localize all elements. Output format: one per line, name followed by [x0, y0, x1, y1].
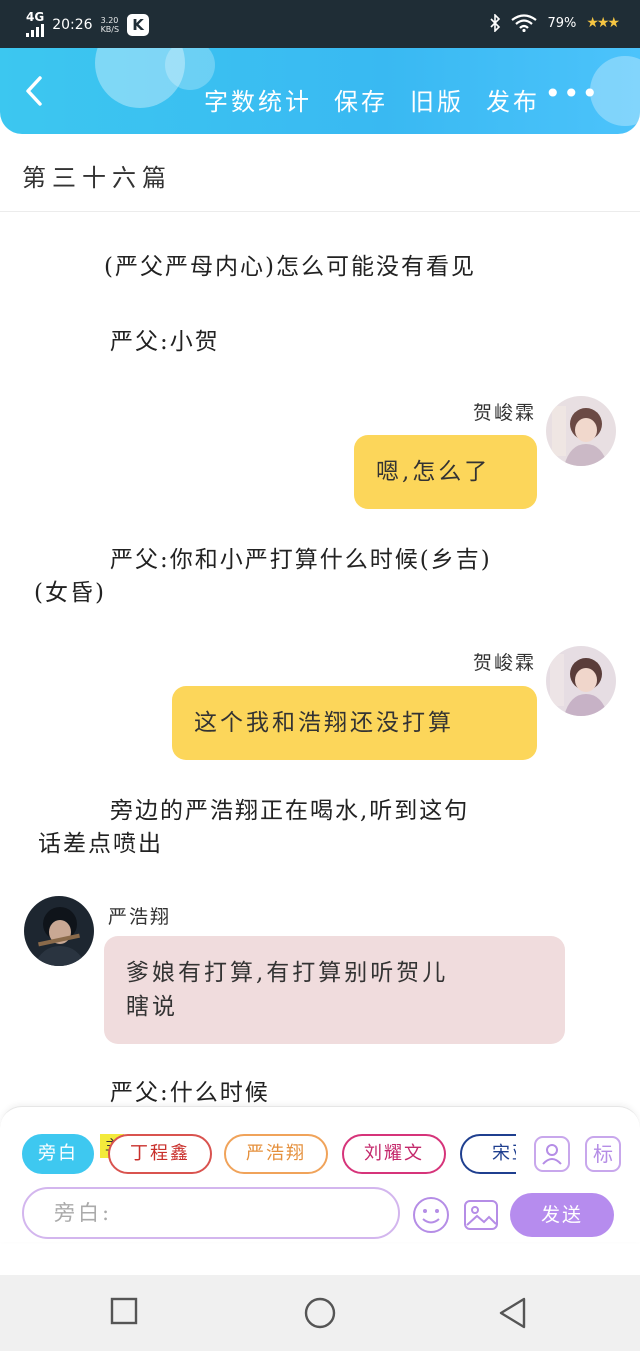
- role-chip-ding[interactable]: 丁程鑫: [108, 1134, 212, 1174]
- avatar[interactable]: [546, 396, 616, 466]
- story-paragraph[interactable]: 严父:小贺: [110, 325, 220, 359]
- role-chip-yan[interactable]: 严浩翔: [224, 1134, 328, 1174]
- back-arrow-icon[interactable]: [22, 76, 48, 106]
- story-paragraph[interactable]: 旁边的严浩翔正在喝水,听到这句: [110, 794, 469, 828]
- story-paragraph[interactable]: 严父:什么时候: [110, 1076, 270, 1110]
- avatar[interactable]: [24, 896, 94, 966]
- send-button[interactable]: 发送: [510, 1193, 614, 1237]
- status-bar: 4G 20:26 3.20 KB/S K 79% ★★★: [0, 0, 640, 48]
- image-icon[interactable]: [462, 1196, 500, 1234]
- more-menu-icon[interactable]: •••: [544, 80, 600, 108]
- chat-bubble[interactable]: 嗯,怎么了: [354, 435, 537, 509]
- role-chip-narration[interactable]: 旁白: [22, 1134, 94, 1174]
- role-chip-song[interactable]: 宋亚: [460, 1134, 516, 1174]
- publish-button[interactable]: 发布: [486, 82, 540, 117]
- story-paragraph[interactable]: 严父:你和小严打算什么时候(乡吉): [110, 543, 492, 577]
- tag-button[interactable]: 标: [585, 1136, 621, 1172]
- net-speed: 3.20 KB/S: [100, 15, 120, 34]
- back-nav-icon[interactable]: [498, 1297, 528, 1329]
- message-input[interactable]: 旁白:: [22, 1187, 400, 1239]
- system-nav-bar: [0, 1275, 640, 1351]
- signal-icon: 4G: [26, 10, 45, 37]
- home-icon[interactable]: [304, 1297, 336, 1329]
- speaker-name: 贺峻霖: [472, 652, 536, 674]
- emoji-icon[interactable]: [412, 1196, 450, 1234]
- network-type: 4G: [26, 10, 45, 24]
- avatar[interactable]: [546, 646, 616, 716]
- role-chip-liu[interactable]: 刘耀文: [342, 1134, 446, 1174]
- speaker-name: 贺峻霖: [472, 402, 536, 424]
- editor-header: 字数统计 保存 旧版 发布 •••: [0, 48, 640, 134]
- story-paragraph[interactable]: (女昏): [34, 576, 106, 610]
- role-chip-row[interactable]: 旁白 主 丁程鑫 严浩翔 刘耀文 宋亚: [22, 1134, 516, 1176]
- battery-level: 79%: [547, 15, 577, 31]
- wifi-icon: [511, 14, 538, 32]
- chat-bubble-line: 爹娘有打算,有打算别听贺儿: [126, 960, 449, 986]
- stars-icon: ★★★: [586, 15, 620, 31]
- save-button[interactable]: 保存: [334, 82, 388, 117]
- chat-bubble[interactable]: 这个我和浩翔还没打算: [172, 686, 537, 760]
- story-paragraph[interactable]: (严父严母内心)怎么可能没有看见: [104, 250, 476, 284]
- chapter-title[interactable]: 第三十六篇: [22, 158, 172, 193]
- bluetooth-icon: [490, 14, 501, 32]
- add-role-icon[interactable]: [534, 1136, 570, 1172]
- k-app-icon: K: [127, 13, 150, 36]
- word-count-button[interactable]: 字数统计: [204, 82, 312, 117]
- recent-apps-icon[interactable]: [110, 1297, 138, 1325]
- story-paragraph[interactable]: 话差点喷出: [38, 827, 163, 861]
- old-version-button[interactable]: 旧版: [410, 82, 464, 117]
- speaker-name: 严浩翔: [108, 906, 172, 928]
- chat-bubble[interactable]: 爹娘有打算,有打算别听贺儿 瞎说: [104, 936, 565, 1044]
- header-actions: 字数统计 保存 旧版 发布: [204, 82, 540, 117]
- clock: 20:26: [52, 16, 93, 33]
- chat-bubble-line: 瞎说: [126, 994, 178, 1020]
- divider: [0, 211, 640, 212]
